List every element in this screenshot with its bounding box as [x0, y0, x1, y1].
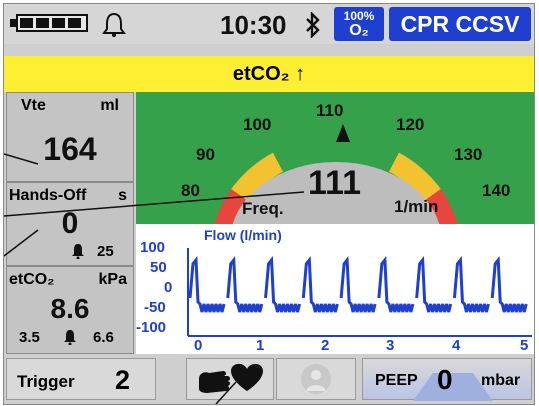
patient-icon: [301, 364, 331, 394]
battery-icon: [10, 14, 92, 34]
flow-trace: [188, 255, 528, 313]
gauge-tick-140: 140: [482, 181, 510, 200]
flow-y-tick: 50: [150, 259, 167, 276]
vte-label: Vte: [21, 97, 46, 114]
vte-panel[interactable]: Vte ml 164: [6, 92, 134, 182]
gauge-tick-130: 130: [454, 145, 482, 164]
flow-x-tick: 5: [520, 337, 528, 354]
flow-title: Flow (l/min): [204, 227, 282, 243]
mode-badge[interactable]: CPR CCSV: [389, 7, 531, 41]
flow-wave-path: [188, 255, 528, 313]
hands-off-panel[interactable]: Hands-Off s 0 25: [6, 182, 134, 266]
flow-y-tick: 100: [140, 239, 165, 256]
ventilator-screen: 10:30 100% O₂ CPR CCSV etCO₂ ↑ Vte ml 16…: [3, 3, 535, 405]
trigger-value: 2: [115, 365, 131, 395]
etco2-unit: kPa: [98, 271, 127, 288]
peep-button[interactable]: PEEP 0 mbar: [362, 358, 533, 401]
alarm-banner[interactable]: etCO₂ ↑: [4, 56, 534, 92]
frequency-gauge[interactable]: 80 90 100 110 120 130 140 111 Freq. 1/mi…: [136, 92, 534, 322]
gauge-tick-90: 90: [196, 145, 215, 164]
hand-heart-icon: [199, 363, 263, 393]
oxygen-badge[interactable]: 100% O₂: [334, 7, 384, 41]
oxygen-label: O₂: [349, 22, 369, 39]
trigger-button[interactable]: Trigger 2: [6, 358, 156, 400]
gauge-tick-110: 110: [316, 101, 343, 120]
freq-unit: 1/min: [394, 197, 438, 216]
flow-x-tick: 0: [194, 337, 202, 354]
flow-y-tick: 0: [164, 279, 172, 296]
peep-unit: mbar: [481, 372, 521, 389]
flow-y-tick: -50: [144, 299, 166, 316]
gauge-tick-100: 100: [243, 115, 271, 134]
gauge-tick-120: 120: [396, 115, 424, 134]
bell-icon: [72, 244, 84, 259]
hands-on-button[interactable]: [186, 358, 274, 400]
vte-unit: ml: [100, 97, 119, 114]
bluetooth-icon: [306, 12, 320, 38]
trigger-label: Trigger: [17, 372, 75, 391]
bottom-bar: Trigger 2 PEEP 0 mbar: [4, 354, 534, 404]
etco2-label: etCO₂: [9, 271, 55, 288]
etco2-value: 8.6: [50, 293, 90, 324]
vte-value: 164: [43, 131, 97, 167]
status-bar: 10:30 100% O₂ CPR CCSV: [4, 4, 534, 44]
hands-off-unit: s: [118, 187, 127, 204]
freq-label: Freq.: [242, 199, 284, 218]
flow-x-tick: 4: [452, 337, 461, 354]
patient-button[interactable]: [276, 358, 356, 400]
oxygen-percent: 100%: [343, 9, 375, 23]
bell-icon: [64, 330, 76, 345]
flow-y-tick: -100: [136, 319, 166, 336]
etco2-low-limit: 3.5: [19, 329, 40, 346]
hands-off-limit: 25: [97, 243, 114, 260]
flow-x-tick: 1: [256, 337, 264, 354]
peep-value: 0: [437, 364, 453, 395]
hands-off-label: Hands-Off: [9, 187, 87, 204]
bell-icon: [102, 12, 126, 37]
flow-waveform[interactable]: Flow (l/min) 100 50 0 -50 -100 0 1 2 3 4…: [136, 224, 534, 354]
gauge-pointer: [336, 124, 350, 142]
etco2-panel[interactable]: etCO₂ kPa 8.6 3.5 6.6: [6, 266, 134, 354]
flow-x-tick: 2: [321, 337, 329, 354]
flow-x-tick: 3: [386, 337, 394, 354]
clock: 10:30: [220, 10, 287, 40]
hands-off-value: 0: [61, 207, 79, 240]
etco2-high-limit: 6.6: [93, 329, 114, 346]
gauge-tick-80: 80: [181, 181, 200, 200]
peep-label: PEEP: [375, 372, 418, 389]
freq-value: 111: [308, 164, 361, 202]
